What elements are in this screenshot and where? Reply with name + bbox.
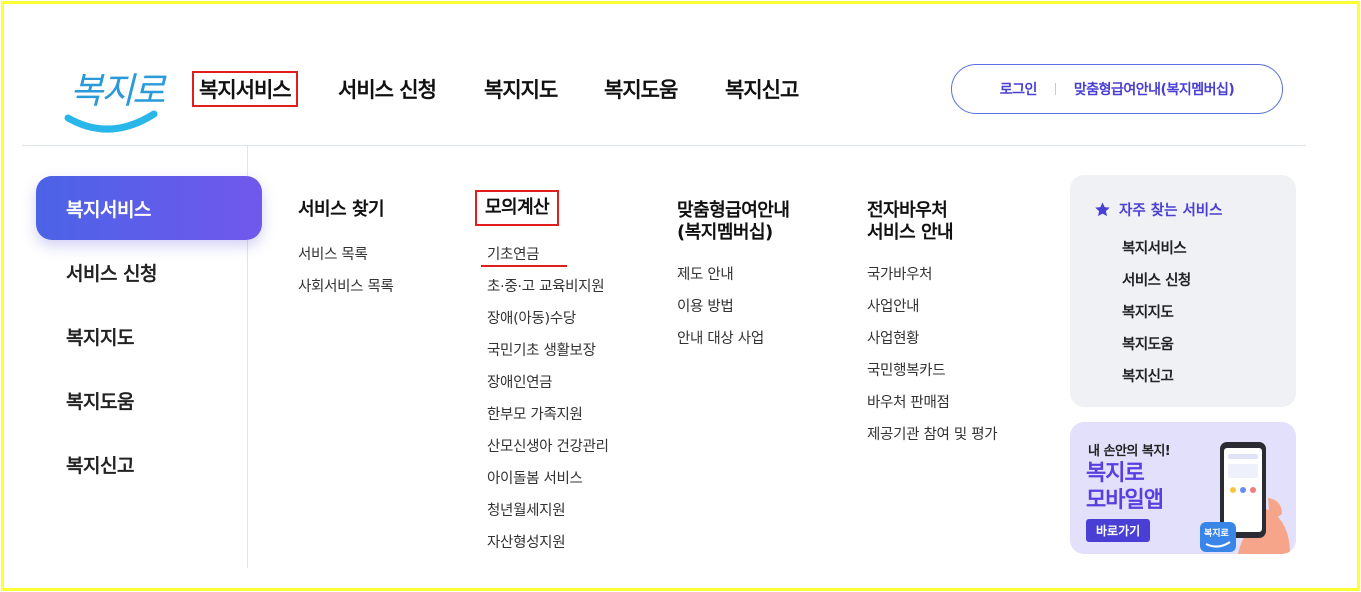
favorites-panel: 자주 찾는 서비스 복지서비스 서비스 신청 복지지도 복지도움 복지신고	[1070, 175, 1296, 407]
link-asset-formation[interactable]: 자산형성지원	[487, 531, 566, 552]
link-disabled-child-allowance[interactable]: 장애(아동)수당	[487, 307, 576, 328]
favorites-title: 자주 찾는 서비스	[1094, 199, 1222, 220]
link-youth-rent[interactable]: 청년월세지원	[487, 499, 566, 520]
membership-link[interactable]: 맞춤형급여안내(복지멤버십)	[1074, 79, 1235, 99]
app-badge-logo-text: 복지로	[1204, 529, 1229, 539]
fav-item-welfare-map[interactable]: 복지지도	[1122, 301, 1174, 322]
col-find-service: 서비스 찾기	[298, 199, 385, 221]
link-voucher-store[interactable]: 바우처 판매점	[867, 391, 950, 412]
lnb-item-welfare-report[interactable]: 복지신고	[36, 432, 262, 496]
link-program-status[interactable]: 사업현황	[867, 327, 919, 348]
gnb-item-service-apply[interactable]: 서비스 신청	[338, 74, 437, 104]
col-title-e-voucher[interactable]: 전자바우처 서비스 안내	[867, 200, 954, 244]
phone-hand-illustration: 복지로	[1198, 438, 1294, 554]
header-divider	[22, 145, 1306, 146]
link-basic-pension[interactable]: 기초연금	[487, 243, 539, 264]
fav-item-service-apply[interactable]: 서비스 신청	[1122, 269, 1191, 290]
gnb-item-welfare-service[interactable]: 복지서비스	[192, 71, 298, 107]
col-title-custom-benefit[interactable]: 맞춤형급여안내 (복지멤버십)	[677, 200, 790, 244]
app-banner-title: 복지로 모바일앱	[1086, 461, 1164, 513]
link-target-programs[interactable]: 안내 대상 사업	[677, 327, 764, 348]
col-simulation: 모의계산	[475, 190, 560, 226]
gnb-item-welfare-help[interactable]: 복지도움	[604, 74, 678, 104]
separator	[1054, 83, 1056, 95]
lnb-item-welfare-service[interactable]: 복지서비스	[36, 176, 262, 240]
gnb-item-welfare-report[interactable]: 복지신고	[725, 74, 799, 104]
col-custom-benefit: 맞춤형급여안내 (복지멤버십)	[677, 200, 790, 244]
gnb-item-welfare-map[interactable]: 복지지도	[484, 74, 558, 104]
fav-item-welfare-service[interactable]: 복지서비스	[1122, 237, 1187, 258]
site-logo[interactable]: 복지로	[64, 58, 165, 148]
fav-item-welfare-help[interactable]: 복지도움	[1122, 333, 1174, 354]
link-how-to-use[interactable]: 이용 방법	[677, 295, 734, 316]
link-basic-livelihood[interactable]: 국민기초 생활보장	[487, 339, 596, 360]
lnb-item-welfare-help[interactable]: 복지도움	[36, 368, 262, 432]
star-icon	[1095, 202, 1110, 217]
app-banner-tagline: 내 손안의 복지!	[1088, 444, 1171, 459]
link-provider-evaluation[interactable]: 제공기관 참여 및 평가	[867, 423, 998, 444]
account-button-group: 로그인 맞춤형급여안내(복지멤버십)	[951, 64, 1283, 114]
link-program-guide[interactable]: 사업안내	[867, 295, 919, 316]
link-service-list[interactable]: 서비스 목록	[298, 243, 368, 264]
col-title-simulation[interactable]: 모의계산	[475, 190, 560, 226]
link-social-service-list[interactable]: 사회서비스 목록	[298, 275, 394, 296]
col-e-voucher: 전자바우처 서비스 안내	[867, 200, 954, 244]
link-education-support[interactable]: 초·중·고 교육비지원	[487, 275, 605, 296]
favorites-title-text: 자주 찾는 서비스	[1119, 203, 1223, 219]
logo-smile-icon	[64, 110, 158, 133]
link-national-voucher[interactable]: 국가바우처	[867, 263, 933, 284]
link-happiness-card[interactable]: 국민행복카드	[867, 359, 946, 380]
fav-item-welfare-report[interactable]: 복지신고	[1122, 365, 1174, 386]
link-system-guide[interactable]: 제도 안내	[677, 263, 734, 284]
col-title-find-service[interactable]: 서비스 찾기	[298, 199, 385, 221]
link-single-parent[interactable]: 한부모 가족지원	[487, 403, 583, 424]
mobile-app-banner[interactable]: 내 손안의 복지! 복지로 모바일앱 바로가기 복지로	[1070, 422, 1296, 554]
selected-underline	[481, 265, 567, 267]
link-disability-pension[interactable]: 장애인연금	[487, 371, 553, 392]
app-go-button[interactable]: 바로가기	[1086, 519, 1151, 542]
login-link[interactable]: 로그인	[1000, 79, 1038, 99]
link-childcare-service[interactable]: 아이돌봄 서비스	[487, 467, 583, 488]
lnb-item-welfare-map[interactable]: 복지지도	[36, 304, 262, 368]
lnb-item-service-apply[interactable]: 서비스 신청	[36, 240, 262, 304]
link-maternal-newborn[interactable]: 산모신생아 건강관리	[487, 435, 609, 456]
